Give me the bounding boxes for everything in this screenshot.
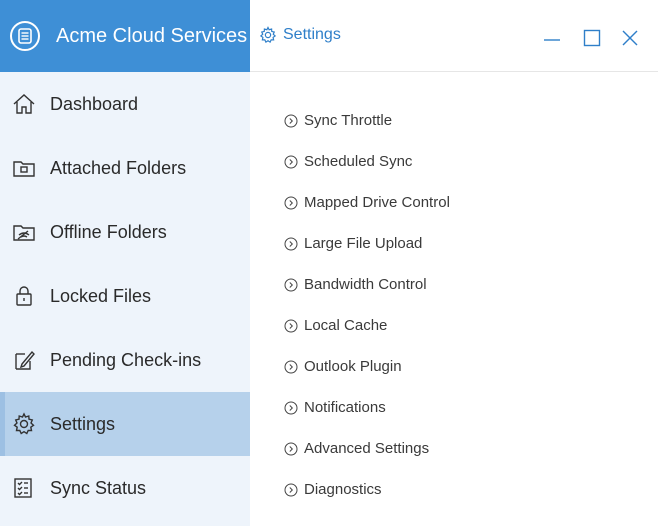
chevron-right-icon bbox=[283, 359, 298, 374]
setting-label: Notifications bbox=[304, 399, 386, 416]
sidebar-item-label: Dashboard bbox=[50, 93, 139, 114]
setting-diagnostics[interactable]: Diagnostics bbox=[283, 469, 658, 510]
sidebar-item-label: Pending Check-ins bbox=[50, 349, 202, 370]
setting-label: Bandwidth Control bbox=[304, 276, 427, 293]
gear-icon bbox=[259, 26, 277, 44]
sidebar-item-label: Settings bbox=[50, 413, 116, 434]
lock-icon bbox=[11, 283, 37, 309]
page-title-text: Settings bbox=[283, 26, 341, 43]
sidebar-item-settings[interactable]: Settings bbox=[0, 392, 250, 456]
setting-local-cache[interactable]: Local Cache bbox=[283, 305, 658, 346]
sidebar-item-label: Attached Folders bbox=[50, 157, 187, 178]
close-icon bbox=[622, 30, 638, 46]
sidebar-item-label: Sync Status bbox=[50, 477, 147, 498]
chevron-right-icon bbox=[283, 400, 298, 415]
sidebar-item-attached-folders[interactable]: Attached Folders bbox=[0, 136, 250, 200]
setting-large-file-upload[interactable]: Large File Upload bbox=[283, 223, 658, 264]
chevron-right-icon bbox=[283, 318, 298, 333]
setting-bandwidth-control[interactable]: Bandwidth Control bbox=[283, 264, 658, 305]
settings-list: Sync Throttle Scheduled Sync Mapped Driv… bbox=[250, 72, 658, 510]
page-title: Settings bbox=[259, 26, 341, 44]
setting-advanced-settings[interactable]: Advanced Settings bbox=[283, 428, 658, 469]
sidebar-nav: Dashboard Attached Folders Offline Folde… bbox=[0, 72, 250, 520]
setting-label: Sync Throttle bbox=[304, 112, 393, 129]
setting-mapped-drive-control[interactable]: Mapped Drive Control bbox=[283, 182, 658, 223]
settings-panel: Sync Throttle Scheduled Sync Mapped Driv… bbox=[250, 72, 658, 526]
app-title: Acme Cloud Services bbox=[56, 24, 248, 47]
close-button[interactable] bbox=[616, 24, 644, 52]
sidebar-item-label: Locked Files bbox=[50, 285, 152, 306]
app-brand: Acme Cloud Services bbox=[0, 0, 250, 72]
chevron-right-icon bbox=[283, 236, 298, 251]
pen-icon bbox=[11, 347, 37, 373]
offline-folder-icon bbox=[11, 219, 37, 245]
sidebar-item-offline-folders[interactable]: Offline Folders bbox=[0, 200, 250, 264]
sidebar-item-locked-files[interactable]: Locked Files bbox=[0, 264, 250, 328]
minimize-icon bbox=[544, 39, 560, 41]
chevron-right-icon bbox=[283, 441, 298, 456]
sidebar-item-pending-check-ins[interactable]: Pending Check-ins bbox=[0, 328, 250, 392]
sidebar-item-label: Offline Folders bbox=[50, 221, 167, 242]
title-bar: Settings bbox=[250, 0, 658, 72]
sidebar-item-sync-status[interactable]: Sync Status bbox=[0, 456, 250, 520]
sidebar-item-dashboard[interactable]: Dashboard bbox=[0, 72, 250, 136]
setting-label: Advanced Settings bbox=[304, 440, 430, 457]
list-icon bbox=[10, 21, 40, 51]
sidebar: Acme Cloud Services Dashboard Attached F… bbox=[0, 0, 250, 526]
home-icon bbox=[11, 91, 37, 117]
maximize-icon bbox=[583, 29, 601, 47]
chevron-right-icon bbox=[283, 195, 298, 210]
setting-scheduled-sync[interactable]: Scheduled Sync bbox=[283, 141, 658, 182]
gear-icon bbox=[11, 411, 37, 437]
setting-sync-throttle[interactable]: Sync Throttle bbox=[283, 100, 658, 141]
setting-label: Large File Upload bbox=[304, 235, 423, 252]
setting-label: Outlook Plugin bbox=[304, 358, 402, 375]
setting-outlook-plugin[interactable]: Outlook Plugin bbox=[283, 346, 658, 387]
minimize-button[interactable] bbox=[538, 24, 566, 52]
attached-folder-icon bbox=[11, 155, 37, 181]
maximize-button[interactable] bbox=[578, 24, 606, 52]
chevron-right-icon bbox=[283, 154, 298, 169]
setting-label: Local Cache bbox=[304, 317, 388, 334]
checklist-icon bbox=[11, 475, 37, 501]
chevron-right-icon bbox=[283, 277, 298, 292]
setting-notifications[interactable]: Notifications bbox=[283, 387, 658, 428]
chevron-right-icon bbox=[283, 482, 298, 497]
chevron-right-icon bbox=[283, 113, 298, 128]
setting-label: Diagnostics bbox=[304, 481, 382, 498]
setting-label: Mapped Drive Control bbox=[304, 194, 450, 211]
setting-label: Scheduled Sync bbox=[304, 153, 413, 170]
